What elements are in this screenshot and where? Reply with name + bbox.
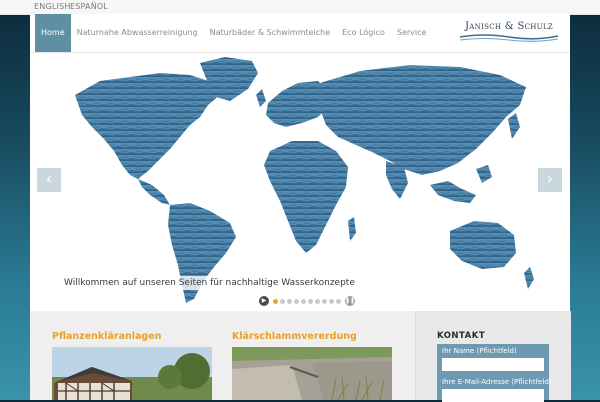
name-field[interactable]: [442, 358, 544, 371]
language-espanol-link[interactable]: ESPAÑOL: [70, 2, 108, 11]
pflanzenklaeranlagen-title[interactable]: Pflanzenkläranlagen: [52, 331, 161, 342]
nav-item-naturnahe-abwasserreinigung[interactable]: Naturnahe Abwasserreinigung: [71, 14, 204, 52]
klaerschlammvererdung-photo[interactable]: [232, 347, 392, 400]
klaerschlammvererdung-title[interactable]: Klärschlammvererdung: [232, 331, 357, 342]
company-logo[interactable]: Janisch & Schulz: [458, 21, 560, 45]
language-bar: ENGLISH ESPAÑOL: [0, 0, 600, 15]
contact-sidebar: KONTAKT Ihr Name (Pflichtfeld) Ihre E-Ma…: [415, 311, 571, 402]
nav-item-home[interactable]: Home: [35, 14, 71, 52]
language-english-link[interactable]: ENGLISH: [34, 2, 71, 11]
contact-form: Ihr Name (Pflichtfeld) Ihre E-Mail-Adres…: [437, 344, 552, 402]
house-photo: [52, 347, 212, 400]
chevron-left-icon: ‹: [45, 169, 53, 188]
world-map-image: [75, 57, 534, 303]
slider-dot[interactable]: [322, 298, 327, 304]
email-field-label: Ihre E-Mail-Adresse (Pflichtfeld): [442, 378, 552, 386]
header: Home Naturnahe Abwasserreinigung Naturbä…: [30, 14, 570, 53]
slide-caption: Willkommen auf unseren Seiten für nachha…: [58, 276, 361, 290]
contact-title: KONTAKT: [437, 331, 486, 341]
nav-item-service[interactable]: Service: [391, 14, 433, 52]
hero-slider: ‹ › Willkommen auf unseren Seiten für na…: [30, 53, 570, 311]
content-area: Pflanzenkläranlagen Klärschlammvererdung…: [30, 311, 571, 402]
slider-dot[interactable]: [273, 298, 278, 304]
slider-dot[interactable]: [280, 298, 285, 304]
page-container: Home Naturnahe Abwasserreinigung Naturbä…: [30, 14, 571, 402]
slider-dot[interactable]: [336, 298, 341, 304]
main-navigation: Home Naturnahe Abwasserreinigung Naturbä…: [35, 14, 432, 52]
pflanzenklaeranlagen-photo[interactable]: [52, 347, 212, 400]
slider-dot[interactable]: [315, 298, 320, 304]
slider-next-button[interactable]: ›: [538, 168, 562, 192]
logo-wave: [459, 34, 559, 42]
slider-dot[interactable]: [301, 298, 306, 304]
play-icon[interactable]: ▶: [259, 296, 269, 306]
slider-prev-button[interactable]: ‹: [37, 168, 61, 192]
name-field-label: Ihr Name (Pflichtfeld): [442, 347, 517, 355]
pause-icon[interactable]: ❚❚: [345, 296, 355, 306]
email-field[interactable]: [442, 389, 544, 402]
chevron-right-icon: ›: [546, 169, 554, 188]
slider-dot[interactable]: [287, 298, 292, 304]
slider-dot[interactable]: [308, 298, 313, 304]
nav-item-naturbaeder-schwimmteiche[interactable]: Naturbäder & Schwimmteiche: [204, 14, 337, 52]
slider-dot[interactable]: [329, 298, 334, 304]
reed-bed-photo: [232, 347, 392, 400]
slider-pager: ▶ ❚❚: [256, 296, 358, 306]
slider-dot[interactable]: [294, 298, 299, 304]
nav-item-eco-logico[interactable]: Eco Lógico: [336, 14, 391, 52]
